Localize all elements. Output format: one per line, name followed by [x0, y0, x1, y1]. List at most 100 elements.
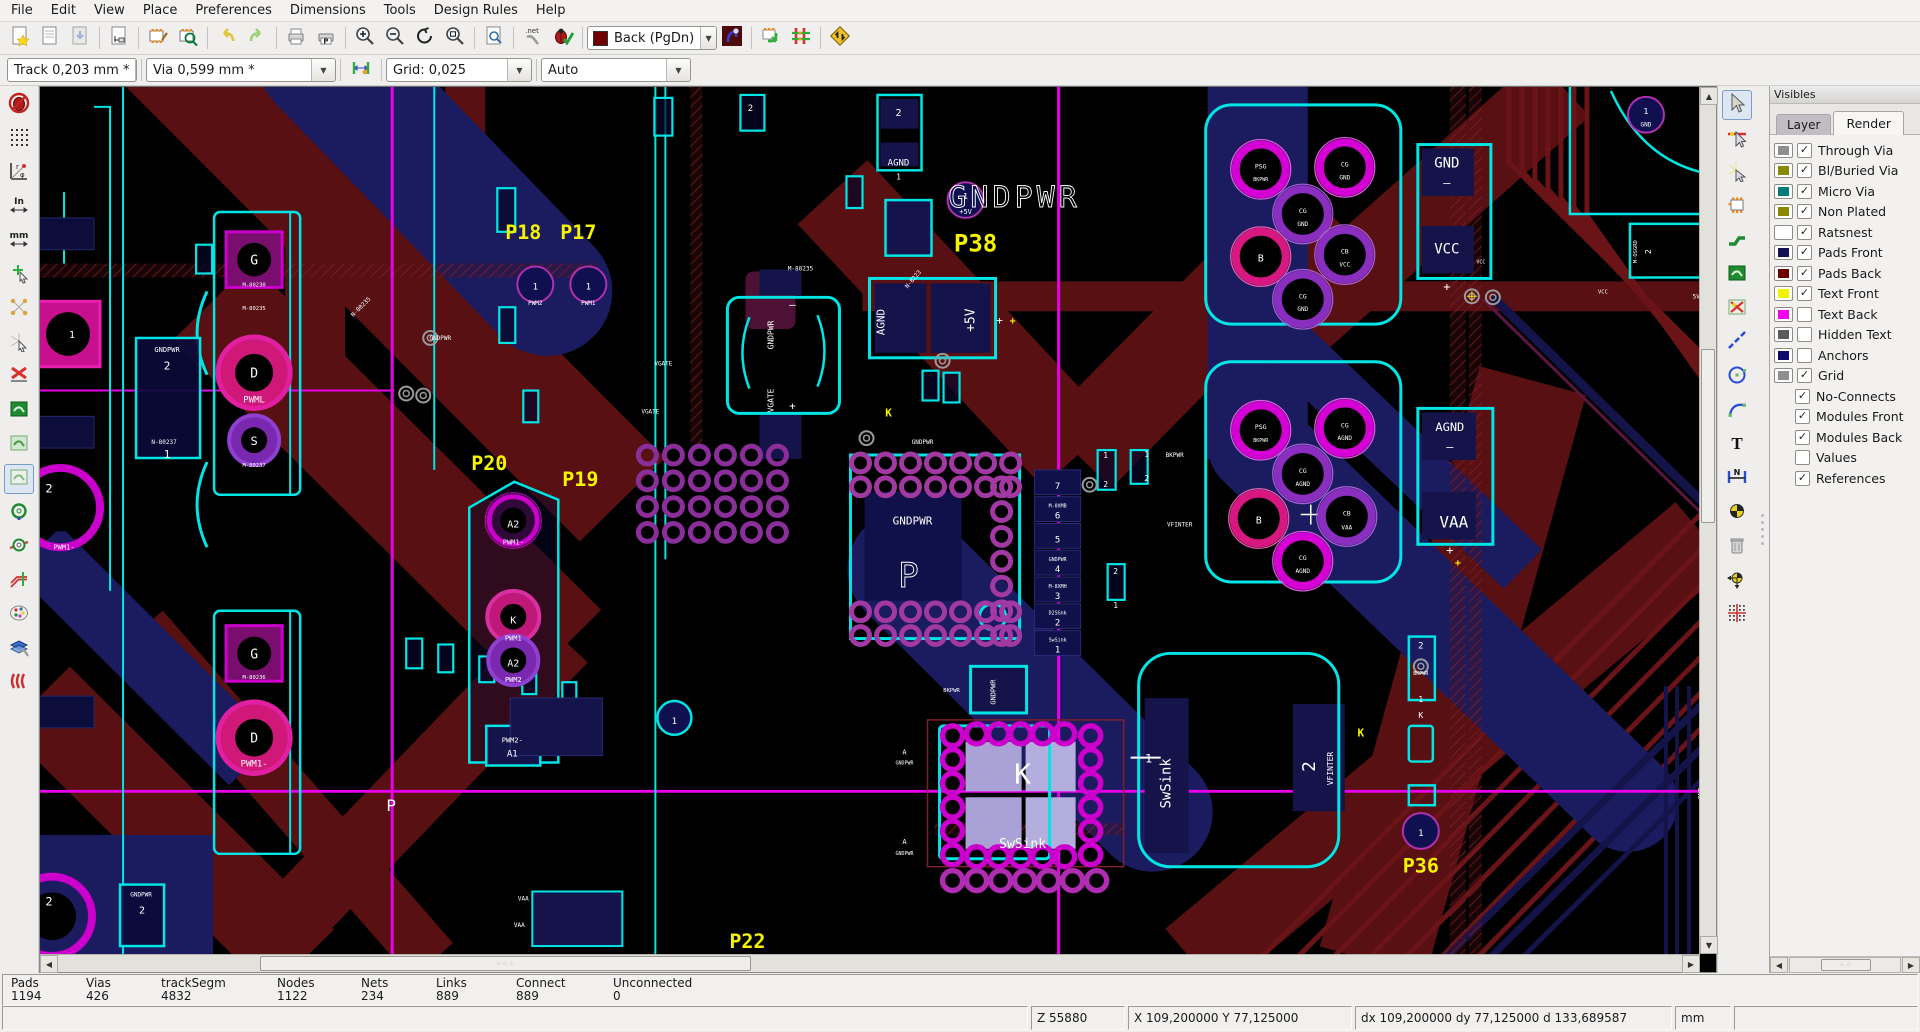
visibility-checkbox[interactable]: ✓ [1795, 388, 1810, 404]
scroll-right-icon[interactable]: ▶ [1682, 955, 1700, 973]
mode-track-button[interactable] [786, 23, 816, 53]
zoom-fit-button[interactable] [440, 23, 470, 53]
zones-outline-button[interactable] [4, 464, 34, 494]
menu-dimensions[interactable]: Dimensions [281, 2, 375, 19]
vias-sketch-button[interactable] [4, 532, 34, 562]
add-graphic-line-button[interactable] [1722, 328, 1752, 358]
plot-button[interactable]: P [311, 23, 341, 53]
visibility-checkbox[interactable]: ✓ [1797, 142, 1812, 158]
panel-horizontal-scrollbar[interactable]: ◀ ⁘⁘ ▶ [1770, 956, 1920, 973]
canvas-vertical-scrollbar[interactable]: ▲ ▼ [1699, 87, 1718, 954]
scroll-down-icon[interactable]: ▼ [1700, 936, 1718, 954]
drill-origin-button[interactable] [1722, 566, 1752, 596]
add-circle-button[interactable] [1722, 362, 1752, 392]
color-swatch[interactable] [1774, 183, 1793, 199]
menu-edit[interactable]: Edit [42, 2, 85, 19]
menu-preferences[interactable]: Preferences [186, 2, 280, 19]
visibility-checkbox[interactable]: ✓ [1797, 163, 1812, 179]
units-mm-button[interactable]: mm [4, 226, 34, 256]
redo-button[interactable] [242, 23, 272, 53]
visibility-checkbox[interactable]: ✓ [1797, 204, 1812, 220]
color-swatch[interactable] [1774, 347, 1793, 363]
track-width-select[interactable]: Track 0,203 mm * ▼ [7, 58, 137, 82]
drc-button[interactable] [548, 23, 578, 53]
zoom-redraw-button[interactable] [410, 23, 440, 53]
drc-off-button[interactable] [4, 90, 34, 120]
tab-layer[interactable]: Layer [1776, 114, 1832, 135]
menu-place[interactable]: Place [134, 2, 187, 19]
open-board-button[interactable] [35, 23, 65, 53]
zoom-select[interactable]: Auto ▼ [541, 58, 691, 82]
print-button[interactable] [281, 23, 311, 53]
visibility-checkbox[interactable]: ✓ [1797, 245, 1812, 261]
scroll-right-icon[interactable]: ▶ [1902, 957, 1920, 973]
color-swatch[interactable] [1774, 306, 1793, 322]
tab-render[interactable]: Render [1833, 111, 1904, 135]
high-contrast-button[interactable] [4, 600, 34, 630]
vscroll-thumb[interactable] [1701, 349, 1715, 523]
zoom-in-button[interactable] [350, 23, 380, 53]
ratsnest-module-button[interactable] [4, 328, 34, 358]
color-swatch[interactable] [1774, 286, 1793, 302]
chevron-down-icon[interactable]: ▼ [666, 59, 690, 81]
freeroute-button[interactable] [825, 23, 855, 53]
pads-sketch-button[interactable] [4, 498, 34, 528]
add-zone-button[interactable] [1722, 260, 1752, 290]
color-swatch[interactable] [1774, 224, 1793, 240]
scroll-up-icon[interactable]: ▲ [1700, 87, 1718, 105]
ratsnest-general-button[interactable] [4, 294, 34, 324]
visibility-checkbox[interactable] [1797, 327, 1812, 343]
cursor-shape-button[interactable] [4, 260, 34, 290]
menu-file[interactable]: File [2, 2, 42, 19]
add-keepout-button[interactable] [1722, 294, 1752, 324]
layer-pair-button[interactable] [717, 23, 747, 53]
visibility-checkbox[interactable]: ✓ [1797, 224, 1812, 240]
tracks-sketch-button[interactable] [4, 566, 34, 596]
visibility-checkbox[interactable]: ✓ [1795, 470, 1810, 486]
color-swatch[interactable] [1774, 204, 1793, 220]
add-text-button[interactable]: T [1722, 430, 1752, 460]
find-button[interactable] [479, 23, 509, 53]
color-swatch[interactable] [1774, 265, 1793, 281]
add-track-button[interactable] [1722, 226, 1752, 256]
highlight-net-button[interactable] [1722, 124, 1752, 154]
color-swatch[interactable] [1774, 327, 1793, 343]
delete-items-button[interactable] [1722, 532, 1752, 562]
add-arc-button[interactable] [1722, 396, 1752, 426]
local-ratsnest-button[interactable] [1722, 158, 1752, 188]
add-target-button[interactable] [1722, 498, 1752, 528]
grid-select[interactable]: Grid: 0,025 ▼ [386, 58, 532, 82]
module-viewer-button[interactable] [173, 23, 203, 53]
add-module-button[interactable] [1722, 192, 1752, 222]
via-size-select[interactable]: Via 0,599 mm * ▼ [146, 58, 336, 82]
visibility-checkbox[interactable]: ✓ [1795, 429, 1810, 445]
layer-select[interactable]: Back (PgDn) ▼ [587, 26, 717, 50]
grid-origin-button[interactable] [1722, 600, 1752, 630]
save-board-button[interactable] [65, 23, 95, 53]
mode-footprint-button[interactable] [756, 23, 786, 53]
scroll-left-icon[interactable]: ◀ [40, 955, 58, 973]
board-canvas[interactable]: GNDPWR P38 P18 P17 P20 P19 P22 P36 K K GNDPWR P GNDP… [39, 86, 1718, 973]
add-dimension-button[interactable]: N [1722, 464, 1752, 494]
menu-design-rules[interactable]: Design Rules [425, 2, 527, 19]
grid-dots-button[interactable] [4, 124, 34, 154]
netlist-button[interactable]: .net [518, 23, 548, 53]
units-inch-button[interactable]: In [4, 192, 34, 222]
chevron-down-icon[interactable]: ▼ [700, 27, 716, 49]
color-swatch[interactable] [1774, 245, 1793, 261]
undo-button[interactable] [212, 23, 242, 53]
visibility-checkbox[interactable]: ✓ [1795, 409, 1810, 425]
color-swatch[interactable] [1774, 368, 1793, 384]
visibility-checkbox[interactable]: ✓ [1797, 183, 1812, 199]
pcb-drawing[interactable]: GNDPWRP38P18 P17P20P19P22P36KKGNDPWRPGNDP… [40, 87, 1699, 954]
new-board-button[interactable] [5, 23, 35, 53]
chevron-down-icon[interactable]: ▼ [507, 59, 531, 81]
menu-view[interactable]: View [85, 2, 134, 19]
panel-splitter[interactable] [1756, 86, 1769, 973]
visibility-checkbox[interactable]: ✓ [1797, 368, 1812, 384]
zones-filled-button[interactable] [4, 396, 34, 426]
layers-manager-button[interactable] [4, 634, 34, 664]
chevron-down-icon[interactable]: ▼ [311, 59, 335, 81]
zoom-out-button[interactable] [380, 23, 410, 53]
menu-tools[interactable]: Tools [375, 2, 425, 19]
